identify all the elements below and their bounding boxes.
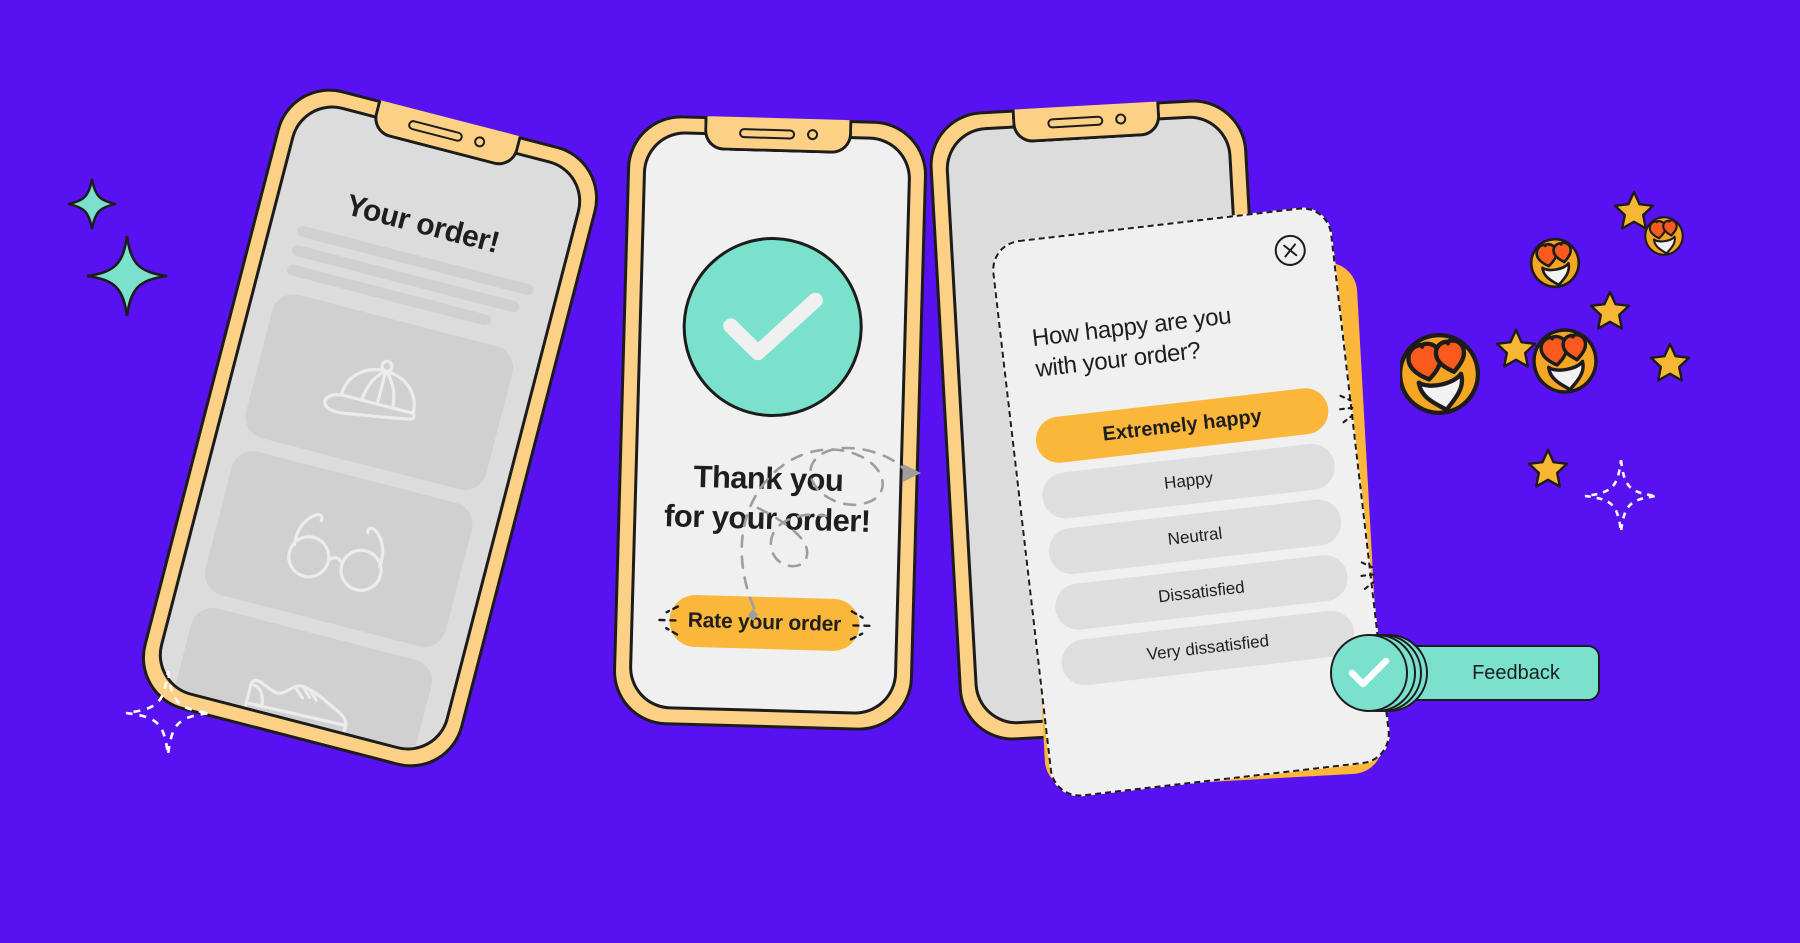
thank-you-phone: Thank you for your order! Rate your orde…	[611, 113, 929, 733]
sparkle-burst-dissatisfied-icon	[1360, 561, 1376, 590]
teal-sparkle-group	[67, 178, 168, 317]
thank-you-headline: Thank you for your order!	[636, 455, 900, 542]
illustration-canvas: Your order! Thank you for your order! Ra…	[0, 0, 1800, 943]
star-icon	[1589, 290, 1631, 330]
eyeglasses-icon	[287, 512, 385, 592]
heart-eyes-emoji	[1641, 213, 1687, 259]
feedback-label: Feedback	[1472, 661, 1560, 684]
dashed-sparkle-icon	[1584, 459, 1658, 533]
checkmark-glyph	[1348, 657, 1390, 688]
order-list-phone: Your order!	[130, 76, 610, 780]
emoji-decoration-group	[1400, 190, 1691, 488]
survey-card: How happy are you with your order? Extre…	[988, 204, 1394, 800]
sparkle-small-icon	[67, 178, 117, 230]
baseball-cap-icon	[323, 359, 416, 421]
checkmark-glyph	[723, 292, 823, 361]
check-coin-icon	[1330, 634, 1408, 712]
survey-option-list: Extremely happy Happy Neutral Dissatisfi…	[1033, 385, 1357, 688]
rate-your-order-button[interactable]: Rate your order	[668, 594, 861, 652]
heart-eyes-emoji	[1526, 234, 1584, 292]
sparkle-large-icon	[86, 235, 168, 317]
thank-you-line-2: for your order!	[663, 497, 871, 539]
phone-notch	[703, 116, 853, 155]
star-icon	[1613, 190, 1655, 230]
speaker-grille	[1046, 115, 1104, 129]
thank-you-screen: Thank you for your order! Rate your orde…	[627, 130, 913, 716]
front-camera	[472, 135, 486, 149]
heart-eyes-emoji	[1527, 323, 1603, 399]
sneaker-icon	[243, 678, 348, 739]
front-camera	[806, 128, 818, 141]
survey-question: How happy are you with your order?	[1030, 291, 1313, 385]
heart-eyes-emoji	[1400, 328, 1485, 420]
star-icon	[1495, 328, 1537, 368]
close-circle-icon[interactable]	[1273, 233, 1308, 268]
speaker-grille	[406, 118, 464, 143]
star-icon	[1649, 342, 1691, 382]
check-circle-icon	[680, 234, 866, 420]
speaker-grille	[738, 127, 795, 140]
order-list-screen: Your order!	[149, 96, 591, 760]
star-icon	[1527, 448, 1569, 488]
close-x-glyph	[1283, 243, 1298, 258]
front-camera	[1114, 113, 1127, 125]
